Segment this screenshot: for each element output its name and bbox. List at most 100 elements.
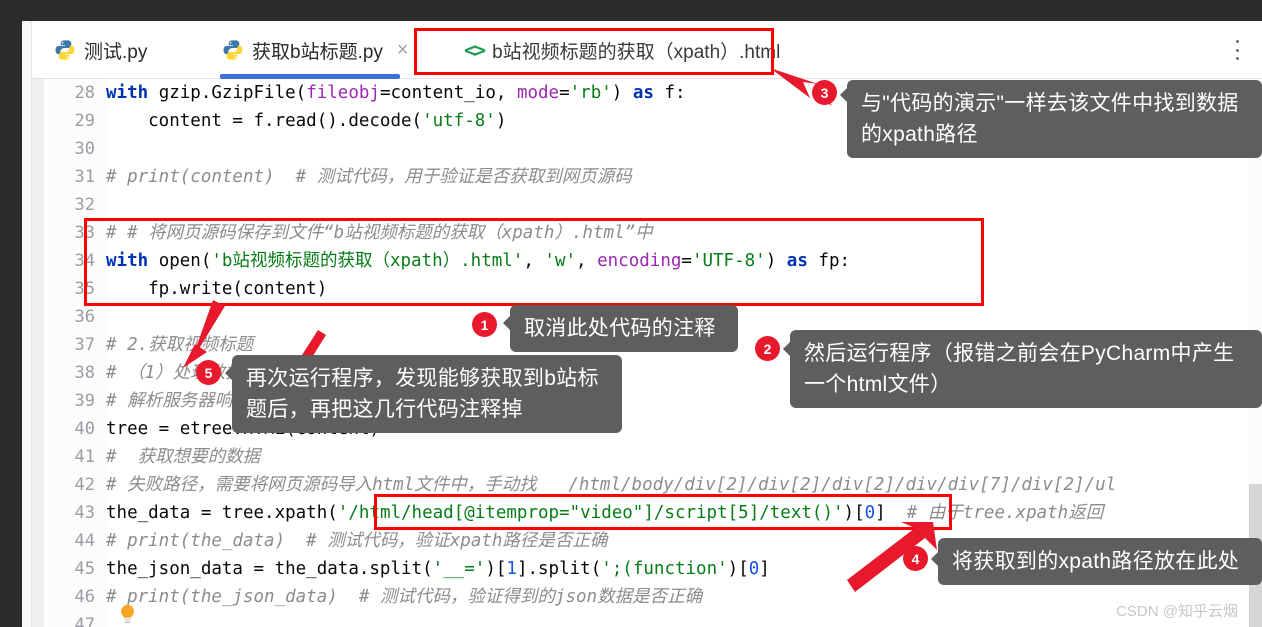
line-number: 36 xyxy=(74,307,95,327)
code-token: # print(the_json_data) # 测试代码，验证得到的json数… xyxy=(106,587,703,607)
tab-测试-py[interactable]: 测试.py xyxy=(42,21,159,79)
code-token: # print(the_data) # 测试代码，验证xpath路径是否正确 xyxy=(106,531,608,551)
annotation-callout-2: 然后运行程序（报错之前会在PyCharm中产生一个html文件） xyxy=(790,330,1262,408)
code-token: # print(content) # 测试代码，用于验证是否获取到网页源码 xyxy=(106,167,632,187)
code-token: 'rb' xyxy=(569,83,612,103)
code-token: 'w' xyxy=(544,251,577,271)
pycharm-editor-screenshot: 测试.py 获取b站标题.py × <> b站视频标题的获取（xpath）.ht… xyxy=(0,0,1262,627)
code-token: mode xyxy=(516,83,560,103)
line-number: 45 xyxy=(74,559,95,579)
code-token: content = f.read().decode( xyxy=(106,111,423,131)
line-number: 39 xyxy=(74,391,95,411)
close-icon[interactable]: × xyxy=(397,40,409,60)
line-number: 37 xyxy=(74,335,95,355)
code-token: = xyxy=(559,83,570,103)
line-number: 34 xyxy=(74,251,95,271)
code-line[interactable]: # print(content) # 测试代码，用于验证是否获取到网页源码 xyxy=(106,163,1262,191)
tab-b站视频标题的获取-xpath-html[interactable]: <> b站视频标题的获取（xpath）.html xyxy=(452,21,792,79)
line-number: 33 xyxy=(74,223,95,243)
code-token: 0 xyxy=(864,503,876,523)
code-token: '/html/head[@itemprop="video"]/script[5]… xyxy=(337,503,844,523)
code-token: 1 xyxy=(506,559,517,579)
code-line[interactable]: fp.write(content) xyxy=(106,275,1262,303)
code-token: = xyxy=(681,251,692,271)
code-token: # 2.获取视频标题 xyxy=(106,335,254,355)
code-token: as xyxy=(632,83,665,103)
annotation-badge-5: 5 xyxy=(196,360,221,385)
code-token: =content_io, xyxy=(379,83,517,103)
line-number: 40 xyxy=(74,419,95,439)
line-number: 29 xyxy=(74,111,95,131)
editor-left-margin xyxy=(22,21,32,627)
code-token: open( xyxy=(158,251,212,271)
code-token: ) xyxy=(843,503,855,523)
window-frame-top xyxy=(0,0,1262,21)
more-options-icon[interactable] xyxy=(1226,38,1248,62)
code-token: ].split( xyxy=(516,559,602,579)
code-token: , xyxy=(523,251,545,271)
code-line[interactable]: the_data = tree.xpath('/html/head[@itemp… xyxy=(106,499,1262,527)
code-line[interactable]: # 获取想要的数据 xyxy=(106,443,1262,471)
annotation-badge-1: 1 xyxy=(472,312,497,337)
code-token: ';(function' xyxy=(601,559,728,579)
line-number: 30 xyxy=(74,139,95,159)
editor-left-scroll-strip xyxy=(32,79,44,627)
tab-获取b站标题-py[interactable]: 获取b站标题.py × xyxy=(210,21,421,79)
code-token: gzip.GzipFile( xyxy=(158,83,307,103)
code-line[interactable]: # print(the_json_data) # 测试代码，验证得到的json数… xyxy=(106,583,1262,611)
line-number: 43 xyxy=(74,503,95,523)
code-token: with xyxy=(106,83,159,103)
annotation-callout-1: 取消此处代码的注释 xyxy=(510,305,738,352)
code-line[interactable] xyxy=(106,191,1262,219)
annotation-badge-2: 2 xyxy=(755,336,780,361)
code-token: '__=' xyxy=(432,559,486,579)
line-number: 38 xyxy=(74,363,95,383)
tab-label: 测试.py xyxy=(84,41,148,63)
code-line[interactable]: # 失败路径，需要将网页源码导入html文件中，手动找 /html/body/d… xyxy=(106,471,1262,499)
python-file-icon xyxy=(54,39,76,61)
code-token: ] xyxy=(875,503,907,523)
line-number: 28 xyxy=(74,83,95,103)
annotation-badge-4: 4 xyxy=(903,546,928,571)
line-number: 31 xyxy=(74,167,95,187)
line-number-gutter: 28 29 30 31 32 33 34 35 36 37 38 39 40 41 42 43 44 45 46 47 xyxy=(44,79,106,627)
annotation-callout-4: 将获取到的xpath路径放在此处 xyxy=(938,538,1262,585)
code-token: fp.write(content) xyxy=(106,279,328,299)
code-token: , xyxy=(576,251,598,271)
code-token: 'b站视频标题的获取（xpath）.html' xyxy=(211,251,524,271)
annotation-callout-3: 与"代码的演示"一样去该文件中找到数据的xpath路径 xyxy=(847,80,1262,158)
code-token: )[ xyxy=(727,559,749,579)
editor-tab-bar: 测试.py 获取b站标题.py × <> b站视频标题的获取（xpath）.ht… xyxy=(32,21,1262,79)
window-frame-left xyxy=(0,0,22,627)
code-token: ) xyxy=(495,111,507,131)
code-token: ) xyxy=(765,251,787,271)
watermark: CSDN @知乎云烟 xyxy=(1116,603,1238,620)
line-number: 44 xyxy=(74,531,95,551)
code-token: ) xyxy=(611,83,633,103)
line-number: 47 xyxy=(74,615,95,627)
code-token: the_json_data = the_data.split( xyxy=(106,559,433,579)
code-token: # 由于tree.xpath返回 xyxy=(906,503,1104,523)
python-file-icon xyxy=(222,39,244,61)
tab-label: 获取b站标题.py xyxy=(252,41,383,63)
code-token: fileobj xyxy=(306,83,380,103)
code-token: 'UTF-8' xyxy=(691,251,766,271)
code-line[interactable]: with open('b站视频标题的获取（xpath）.html', 'w', … xyxy=(106,247,1262,275)
line-number: 46 xyxy=(74,587,95,607)
lightbulb-icon[interactable] xyxy=(118,604,137,626)
code-token: # # 将网页源码保存到文件“b站视频标题的获取（xpath）.html”中 xyxy=(106,223,653,243)
code-token: f: xyxy=(664,83,686,103)
code-token: # 失败路径，需要将网页源码导入html文件中，手动找 /html/body/d… xyxy=(106,475,1117,495)
tab-label: b站视频标题的获取（xpath）.html xyxy=(492,41,781,63)
code-line[interactable]: # # 将网页源码保存到文件“b站视频标题的获取（xpath）.html”中 xyxy=(106,219,1262,247)
code-token: fp: xyxy=(818,251,851,271)
line-number: 42 xyxy=(74,475,95,495)
code-token: [ xyxy=(854,503,865,523)
annotation-badge-3: 3 xyxy=(812,80,837,105)
code-token: 'utf-8' xyxy=(422,111,496,131)
code-line[interactable] xyxy=(106,611,1262,627)
annotation-callout-5: 再次运行程序，发现能够获取到b站标题后，再把这几行代码注释掉 xyxy=(232,355,622,433)
code-token: 0 xyxy=(748,559,760,579)
html-file-icon: <> xyxy=(464,38,486,62)
code-token: as xyxy=(786,251,819,271)
